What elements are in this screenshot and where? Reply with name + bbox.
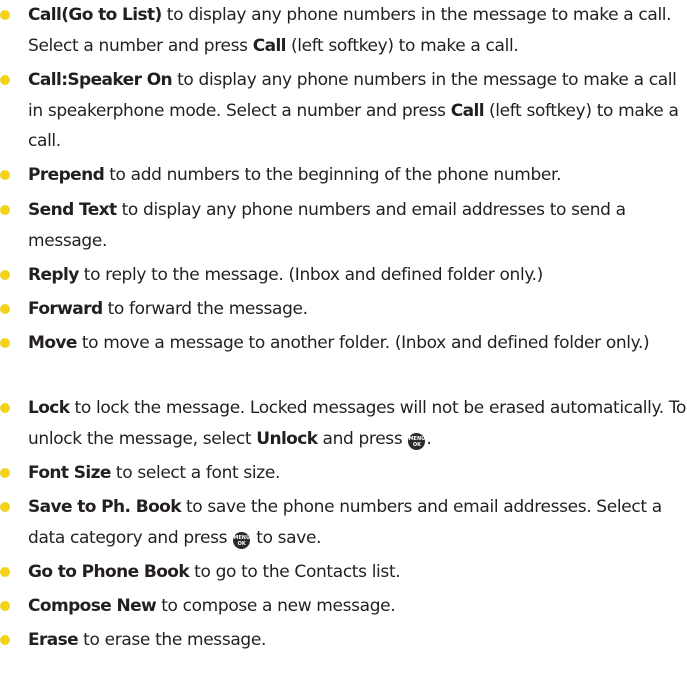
option-description: to erase the message.	[78, 630, 266, 650]
option-description-tail: .	[426, 428, 432, 449]
option-description-end: and press	[317, 428, 408, 449]
option-description: to go to the Contacts list.	[189, 562, 401, 582]
bullet-icon	[0, 205, 10, 215]
option-description: to select a font size.	[110, 463, 281, 483]
list-item-text: Save to Ph. Book to save the phone numbe…	[28, 492, 687, 553]
bullet-icon	[0, 567, 10, 577]
list-item-text: Erase to erase the message.	[28, 625, 687, 656]
bullet-icon	[0, 635, 10, 645]
list-item-text: Font Size to select a font size.	[28, 458, 687, 489]
bullet-icon	[0, 75, 10, 85]
list-item-text: Lock to lock the message. Locked message…	[28, 393, 687, 454]
option-term: Font Size	[28, 463, 111, 483]
option-term: Send Text	[28, 200, 117, 220]
menu-ok-key-icon: MENU OK	[233, 531, 251, 549]
list-item-text: Reply to reply to the message. (Inbox an…	[28, 260, 687, 291]
option-term: Go to Phone Book	[28, 562, 190, 582]
option-description: to display any phone numbers and email a…	[28, 200, 626, 251]
list-item-text: Prepend to add numbers to the beginning …	[28, 160, 687, 191]
list-item-text: Go to Phone Book to go to the Contacts l…	[28, 557, 687, 588]
option-term-secondary: Call	[252, 35, 287, 56]
option-term: Reply	[28, 265, 79, 285]
option-term-secondary: Unlock	[256, 428, 318, 449]
bullet-icon	[0, 502, 10, 512]
option-description-end: (left softkey) to make a call.	[285, 35, 519, 56]
option-term: Erase	[28, 630, 79, 650]
option-term: Call(Go to List)	[28, 5, 162, 25]
bullet-icon	[0, 10, 10, 20]
option-term: Save to Ph. Book	[28, 497, 182, 517]
menu-ok-key-icon: MENU OK	[408, 432, 426, 450]
option-term-secondary: Call	[450, 100, 485, 121]
list-item-text: Compose New to compose a new message.	[28, 591, 687, 622]
list-item-text: Forward to forward the message.	[28, 294, 687, 325]
option-term: Compose New	[28, 596, 157, 616]
option-description-tail: to save.	[251, 527, 322, 548]
bullet-icon	[0, 170, 10, 180]
option-description: to reply to the message. (Inbox and defi…	[78, 265, 544, 285]
option-term: Call:Speaker On	[28, 70, 173, 90]
bullet-icon	[0, 601, 10, 611]
bullet-icon	[0, 304, 10, 314]
option-term: Forward	[28, 299, 103, 319]
option-description: to compose a new message.	[156, 596, 396, 616]
bullet-icon	[0, 338, 10, 348]
option-description: to move a message to another folder. (In…	[76, 333, 650, 353]
bullet-icon	[0, 468, 10, 478]
option-description: to add numbers to the beginning of the p…	[104, 165, 562, 185]
list-item-text: Call(Go to List) to display any phone nu…	[28, 0, 687, 61]
option-term: Move	[28, 333, 77, 353]
bullet-icon	[0, 403, 10, 413]
option-term: Lock	[28, 398, 70, 418]
list-item-text: Move to move a message to another folder…	[28, 328, 687, 359]
option-description: to forward the message.	[102, 299, 308, 319]
bullet-icon	[0, 270, 10, 280]
list-item-text: Call:Speaker On to display any phone num…	[28, 65, 687, 157]
option-term: Prepend	[28, 165, 105, 185]
list-item-text: Send Text to display any phone numbers a…	[28, 195, 687, 256]
